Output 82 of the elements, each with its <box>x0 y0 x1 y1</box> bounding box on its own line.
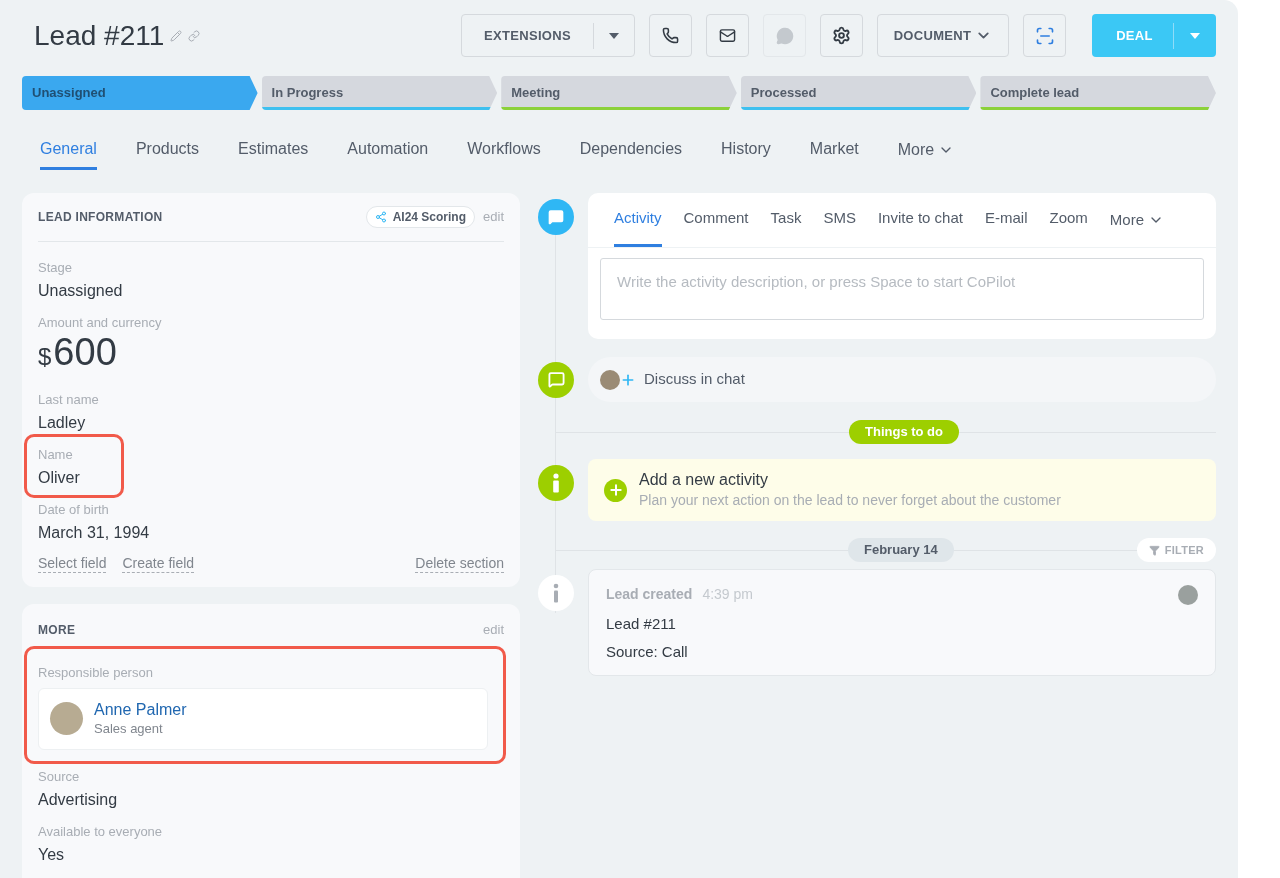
section-title: MORE <box>38 621 76 639</box>
more-menu[interactable]: More <box>897 130 955 170</box>
add-activity-subtitle: Plan your next action on the lead to never forget about the customer <box>639 491 1061 510</box>
more-menu[interactable]: More <box>1109 193 1164 247</box>
filter-icon <box>1148 544 1160 556</box>
event-title: Lead created <box>606 585 693 604</box>
delete-section-link[interactable]: Delete section <box>415 555 504 573</box>
tab[interactable]: E-mail <box>984 193 1028 247</box>
document-button[interactable]: DOCUMENT <box>877 14 1009 57</box>
field-label: Date of birth <box>38 501 110 519</box>
field-label: Name <box>38 446 74 464</box>
field-value: Advertising <box>38 789 119 810</box>
stage-step[interactable]: Meeting <box>501 76 737 110</box>
field-link[interactable]: Select field <box>38 555 107 573</box>
stage-step[interactable]: Processed <box>740 76 977 110</box>
field-value: Unassigned <box>38 281 124 301</box>
chat-icon <box>538 361 574 398</box>
avatar <box>1178 584 1198 605</box>
tab[interactable]: Zoom <box>1049 193 1088 247</box>
event-text: Lead #211 <box>606 614 677 633</box>
email-button[interactable] <box>706 14 749 57</box>
amount-value: $600 <box>38 332 118 375</box>
tab[interactable]: History <box>721 130 771 170</box>
tab[interactable]: General <box>40 130 97 170</box>
tab[interactable]: Workflows <box>467 130 541 170</box>
add-icon <box>604 478 627 502</box>
person-card[interactable]: Anne Palmer Sales agent <box>38 687 488 750</box>
caret-icon <box>1190 32 1200 39</box>
tab[interactable]: Market <box>809 130 859 170</box>
person-name[interactable]: Anne Palmer <box>94 700 187 720</box>
tab[interactable]: Comment <box>683 193 749 247</box>
scan-icon <box>1034 25 1055 46</box>
tab[interactable]: Dependencies <box>579 130 683 170</box>
tab[interactable]: Products <box>135 130 200 170</box>
field-value: March 31, 1994 <box>38 523 151 543</box>
field-value: Oliver <box>38 468 81 488</box>
field-label: Source <box>38 767 81 786</box>
field-label: Responsible person <box>38 663 154 682</box>
tab[interactable]: Estimates <box>238 130 309 170</box>
nodes-icon <box>374 211 387 223</box>
person-role: Sales agent <box>94 720 164 737</box>
event-text: Source: Call <box>606 642 689 661</box>
settings-icon <box>832 26 851 45</box>
settings-button[interactable] <box>820 14 863 57</box>
avatar <box>50 702 83 735</box>
add-activity-title: Add a new activity <box>639 470 769 490</box>
scan-button[interactable] <box>1023 14 1066 57</box>
tab[interactable]: Automation <box>347 130 429 170</box>
field-label: Stage <box>38 259 73 277</box>
stage-step[interactable]: Unassigned <box>22 76 258 110</box>
stage-step[interactable]: Complete lead <box>980 76 1216 110</box>
field-label: Last name <box>38 391 100 409</box>
tab[interactable]: Task <box>770 193 802 247</box>
page-title: Lead #211 <box>34 18 165 53</box>
info-icon <box>538 575 574 611</box>
tab[interactable]: Activity <box>614 193 662 247</box>
activity-input[interactable]: Write the activity description, or press Space to start CoPilot <box>600 258 1204 320</box>
extensions-button[interactable]: EXTENSIONS <box>461 14 635 57</box>
mail-icon <box>719 27 736 44</box>
add-activity-card[interactable]: Add a new activity Plan your next action on the lead to never forget about the customer <box>588 459 1216 521</box>
edit-icon[interactable] <box>170 29 183 42</box>
tab[interactable]: Invite to chat <box>877 193 963 247</box>
field-value: Yes <box>38 844 66 865</box>
field-value: Ladley <box>38 413 87 433</box>
field-label: Available to everyone <box>38 822 164 841</box>
comment-icon <box>538 199 574 235</box>
discuss-in-chat-button[interactable]: Discuss in chat <box>588 357 1216 402</box>
stage-step[interactable]: In Progress <box>261 76 498 110</box>
things-to-do-label: Things to do <box>849 420 959 444</box>
date-label: February 14 <box>848 538 954 562</box>
link-icon[interactable] <box>188 29 201 42</box>
info-icon <box>538 465 574 501</box>
phone-icon <box>662 27 679 44</box>
section-title: LEAD INFORMATION <box>38 209 163 226</box>
caret-icon <box>609 32 619 39</box>
tab[interactable]: SMS <box>823 193 856 247</box>
call-button[interactable] <box>649 14 692 57</box>
avatar <box>600 369 620 390</box>
field-link[interactable]: Create field <box>122 555 195 573</box>
scoring-badge[interactable]: AI24 Scoring <box>365 206 476 228</box>
chat-icon <box>775 26 794 45</box>
field-label: Amount and currency <box>38 314 163 332</box>
